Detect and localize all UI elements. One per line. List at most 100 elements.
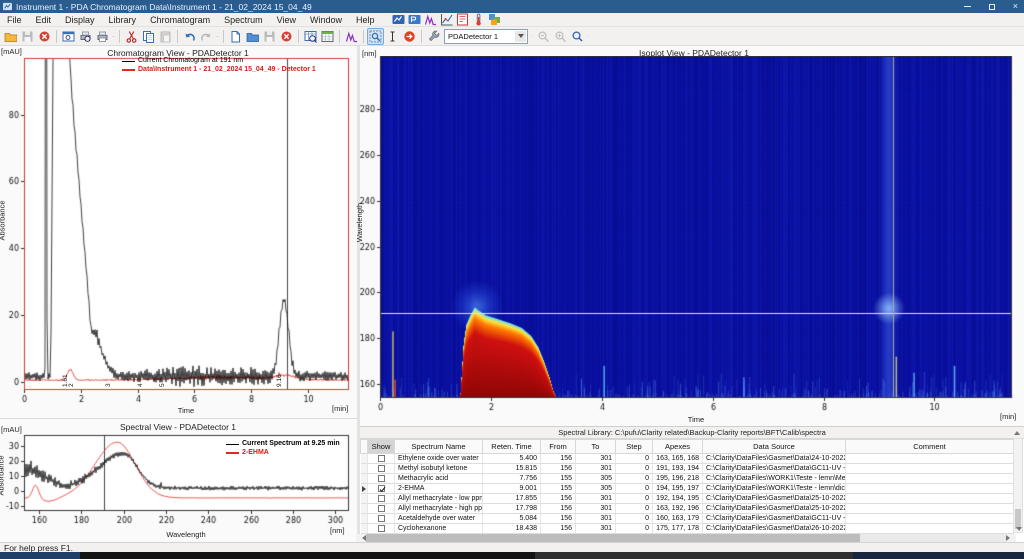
zoom-menu-button[interactable] xyxy=(569,28,586,45)
from-cell[interactable]: 155 xyxy=(541,484,576,494)
reten-cell[interactable]: 5.400 xyxy=(483,454,541,464)
show-cell[interactable] xyxy=(368,524,395,534)
apexes-cell[interactable]: 160, 163, 179 xyxy=(653,514,703,524)
to-cell[interactable]: 301 xyxy=(576,464,616,474)
instrument-button[interactable] xyxy=(392,13,405,26)
chromatogram-plot-canvas[interactable] xyxy=(0,56,357,418)
reten-cell[interactable]: 7.756 xyxy=(483,474,541,484)
close-red-button[interactable] xyxy=(278,28,295,45)
apexes-cell[interactable]: 175, 177, 178 xyxy=(653,524,703,534)
open-folder-button[interactable] xyxy=(2,28,19,45)
table-row[interactable]: Allyl methacrylate - high ppm17.79815630… xyxy=(361,504,1014,514)
source-cell[interactable]: C:\Clarity\DataFiles\Gasmet\Data\GC11-UV… xyxy=(703,514,846,524)
step-cell[interactable]: 0 xyxy=(616,504,653,514)
name-cell[interactable]: Allyl methacrylate - low ppm xyxy=(395,494,483,504)
apexes-cell[interactable]: 195, 196, 218 xyxy=(653,474,703,484)
to-cell[interactable]: 301 xyxy=(576,494,616,504)
detector-select[interactable]: PDADetector 1 xyxy=(444,29,528,44)
comment-cell[interactable] xyxy=(846,494,1014,504)
print-button[interactable] xyxy=(94,28,111,45)
preview-button[interactable] xyxy=(60,28,77,45)
vscroll-thumb[interactable] xyxy=(1015,509,1021,529)
close-red-button[interactable] xyxy=(36,28,53,45)
menu-spectrum[interactable]: Spectrum xyxy=(217,14,270,26)
name-cell[interactable]: 2-EHMA xyxy=(395,484,483,494)
source-cell[interactable]: C:\Clarity\DataFiles\WORK1\Teste - lemn\… xyxy=(703,474,846,484)
from-cell[interactable]: 156 xyxy=(541,524,576,534)
hscroll-thumb[interactable] xyxy=(366,534,860,542)
source-cell[interactable]: C:\Clarity\DataFiles\Gasmet\Data\25-10-2… xyxy=(703,504,846,514)
row-gutter[interactable] xyxy=(361,484,368,494)
zoom-tool-button[interactable] xyxy=(367,28,384,45)
to-cell[interactable]: 301 xyxy=(576,524,616,534)
comment-cell[interactable] xyxy=(846,524,1014,534)
device-monitor-button[interactable] xyxy=(472,13,485,26)
step-cell[interactable]: 0 xyxy=(616,464,653,474)
row-gutter[interactable] xyxy=(361,504,368,514)
to-cell[interactable]: 301 xyxy=(576,504,616,514)
calibration-button[interactable] xyxy=(440,13,453,26)
from-cell[interactable]: 156 xyxy=(541,514,576,524)
name-cell[interactable]: Acetaldehyde over water xyxy=(395,514,483,524)
source-cell[interactable]: C:\Clarity\DataFiles\Gasmet\Data\24-10-2… xyxy=(703,454,846,464)
dots-button[interactable] xyxy=(586,28,591,45)
to-cell[interactable]: 305 xyxy=(576,474,616,484)
row-gutter[interactable] xyxy=(361,454,368,464)
menu-view[interactable]: View xyxy=(270,14,303,26)
hscroll-track[interactable] xyxy=(366,534,1006,542)
step-cell[interactable]: 0 xyxy=(616,524,653,534)
drop-button[interactable] xyxy=(215,28,220,45)
apexes-cell[interactable]: 163, 165, 168 xyxy=(653,454,703,464)
copy-button[interactable] xyxy=(140,28,157,45)
source-cell[interactable]: C:\Clarity\DataFiles\Gasmet\Data\26-10-2… xyxy=(703,524,846,534)
to-cell[interactable]: 305 xyxy=(576,484,616,494)
name-cell[interactable]: Methacrylic acid xyxy=(395,474,483,484)
table-row[interactable]: Ethylene oxide over water5.4001563010163… xyxy=(361,454,1014,464)
source-cell[interactable]: C:\Clarity\DataFiles\WORK1\Teste - lemn\… xyxy=(703,484,846,494)
from-cell[interactable]: 156 xyxy=(541,494,576,504)
postrun-button[interactable] xyxy=(456,13,469,26)
comment-cell[interactable] xyxy=(846,514,1014,524)
from-cell[interactable]: 155 xyxy=(541,474,576,484)
show-cell[interactable] xyxy=(368,454,395,464)
isoplot-canvas[interactable] xyxy=(360,56,1024,428)
table-row[interactable]: Methacrylic acid7.7561553050195, 196, 21… xyxy=(361,474,1014,484)
chevron-down-icon[interactable] xyxy=(515,31,526,42)
column-header-to[interactable]: To xyxy=(576,440,616,454)
column-header-comment[interactable]: Comment xyxy=(846,440,1014,454)
show-cell[interactable] xyxy=(368,484,395,494)
show-cell[interactable] xyxy=(368,464,395,474)
table-vertical-scrollbar[interactable] xyxy=(1013,438,1023,533)
show-cell[interactable] xyxy=(368,494,395,504)
peaks-purple-button[interactable] xyxy=(343,28,360,45)
collapse-up-icon[interactable] xyxy=(1014,431,1020,435)
reten-cell[interactable]: 18.438 xyxy=(483,524,541,534)
column-header-reten-time[interactable]: Reten. Time xyxy=(483,440,541,454)
cut-button[interactable] xyxy=(123,28,140,45)
show-cell[interactable] xyxy=(368,474,395,484)
windows-button[interactable] xyxy=(488,13,501,26)
checkbox-unchecked[interactable] xyxy=(378,455,385,462)
close-button[interactable]: × xyxy=(1013,0,1018,13)
comment-cell[interactable] xyxy=(846,484,1014,494)
table-find-button[interactable] xyxy=(302,28,319,45)
scroll-left-icon[interactable] xyxy=(356,535,366,541)
menu-help[interactable]: Help xyxy=(349,14,382,26)
to-cell[interactable]: 301 xyxy=(576,514,616,524)
table-row[interactable]: Methyl isobutyl ketone15.8151563010191, … xyxy=(361,464,1014,474)
row-gutter[interactable] xyxy=(361,524,368,534)
checkbox-unchecked[interactable] xyxy=(378,465,385,472)
comment-cell[interactable] xyxy=(846,454,1014,464)
maximize-button[interactable] xyxy=(989,0,995,13)
comment-cell[interactable] xyxy=(846,474,1014,484)
checkbox-unchecked[interactable] xyxy=(378,475,385,482)
reten-cell[interactable]: 5.084 xyxy=(483,514,541,524)
table-row[interactable]: Cyclohexanone18.4381563010175, 177, 178C… xyxy=(361,524,1014,534)
name-cell[interactable]: Ethylene oxide over water xyxy=(395,454,483,464)
from-cell[interactable]: 156 xyxy=(541,454,576,464)
comment-cell[interactable] xyxy=(846,504,1014,514)
undo-button[interactable] xyxy=(181,28,198,45)
checkbox-unchecked[interactable] xyxy=(378,505,385,512)
apexes-cell[interactable]: 191, 193, 194 xyxy=(653,464,703,474)
wrench-button[interactable] xyxy=(425,28,442,45)
